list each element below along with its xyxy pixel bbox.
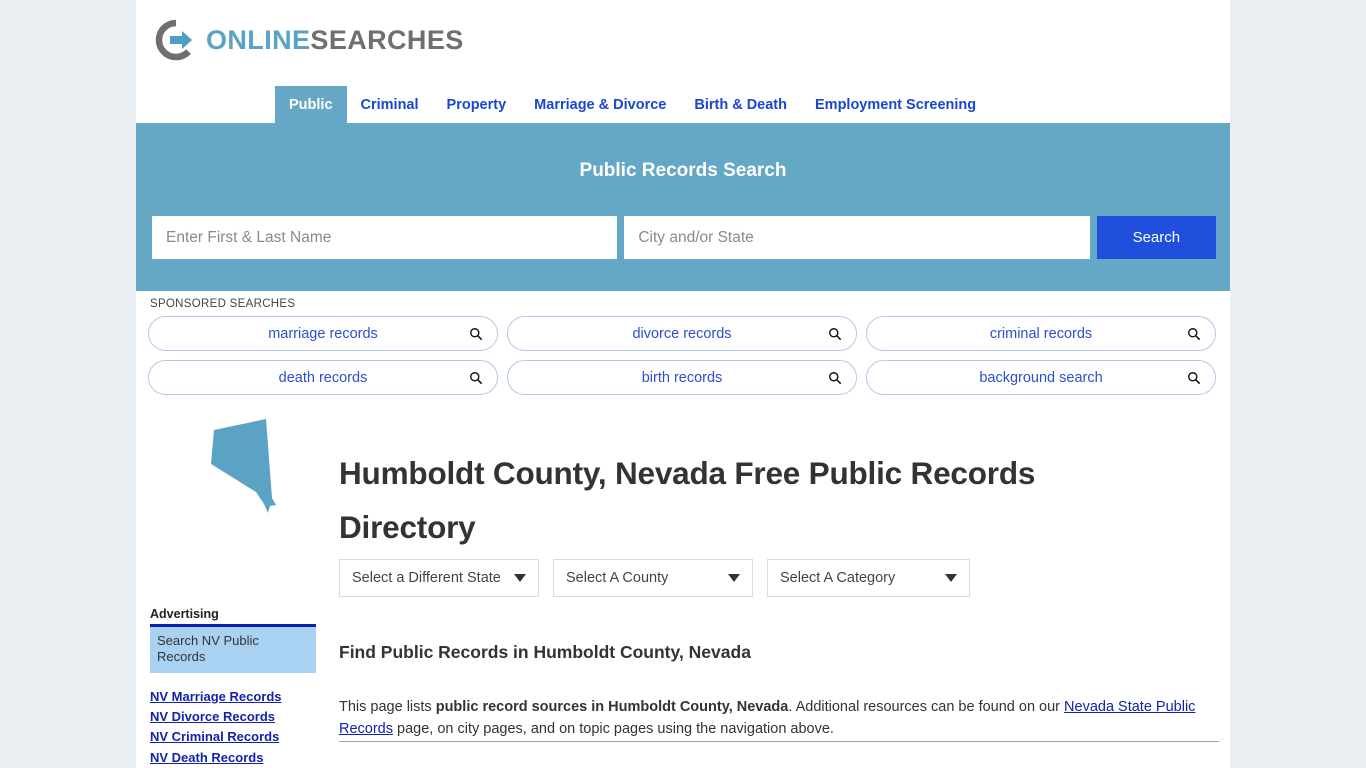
name-search-input[interactable] [152, 216, 618, 259]
search-form: Search [152, 216, 1216, 259]
filter-select-row: Select a Different State Select A County… [339, 559, 970, 597]
search-icon [469, 327, 483, 341]
intro-paragraph: This page lists public record sources in… [339, 696, 1197, 741]
sidebar-link-nv-divorce-records[interactable]: NV Divorce Records [150, 707, 316, 727]
nav-tab-birth-death[interactable]: Birth & Death [680, 86, 801, 123]
search-icon [1187, 371, 1201, 385]
content-container: ONLINESEARCHES Public Criminal Property … [136, 0, 1230, 768]
search-icon [828, 371, 842, 385]
circle-arrow-logo-icon [154, 18, 198, 62]
pill-label: marriage records [268, 325, 378, 342]
advertising-heading: Advertising [150, 607, 316, 627]
sponsored-pill-birth-records[interactable]: birth records [507, 360, 857, 395]
page-title: Humboldt County, Nevada Free Public Reco… [339, 455, 1036, 546]
sidebar-link-nv-marriage-records[interactable]: NV Marriage Records [150, 687, 316, 707]
main-navigation: Public Criminal Property Marriage & Divo… [136, 86, 1230, 126]
pill-label: criminal records [989, 325, 1093, 342]
nav-tab-property[interactable]: Property [433, 86, 521, 123]
sponsored-pill-death-records[interactable]: death records [148, 360, 498, 395]
para-bold: public record sources in Humboldt County… [435, 698, 789, 715]
pill-label: birth records [641, 369, 723, 386]
section-divider [339, 741, 1219, 742]
logo-wordmark: ONLINESEARCHES [206, 25, 464, 56]
search-icon [469, 371, 483, 385]
nav-tab-public[interactable]: Public [275, 86, 347, 123]
sidebar-link-list: NV Marriage Records NV Divorce Records N… [150, 687, 316, 768]
sponsored-searches-label: SPONSORED SEARCHES [150, 298, 296, 310]
public-records-search-band: Public Records Search Search [136, 126, 1230, 291]
pill-label: divorce records [632, 325, 732, 342]
sidebar-link-nv-death-records[interactable]: NV Death Records [150, 748, 316, 768]
nav-tab-criminal[interactable]: Criminal [347, 86, 433, 123]
search-icon [828, 327, 842, 341]
search-submit-button[interactable]: Search [1096, 216, 1216, 259]
state-select[interactable]: Select a Different State [339, 559, 539, 597]
para-lead: This page lists [339, 698, 436, 715]
logo-word-online: ONLINE [206, 24, 311, 55]
search-icon [1187, 327, 1201, 341]
sidebar-link-nv-criminal-records[interactable]: NV Criminal Records [150, 727, 316, 747]
chevron-down-icon [728, 574, 740, 582]
page-root: ONLINESEARCHES Public Criminal Property … [0, 0, 1366, 768]
site-logo[interactable]: ONLINESEARCHES [154, 16, 464, 64]
sponsored-pill-divorce-records[interactable]: divorce records [507, 316, 857, 351]
ad-search-nv-public-records[interactable]: Search NV Public Records [150, 627, 316, 673]
category-select[interactable]: Select A Category [767, 559, 970, 597]
para-mid: . Additional resources can be found on o… [788, 698, 1065, 715]
chevron-down-icon [514, 574, 526, 582]
location-search-input[interactable] [624, 216, 1090, 259]
sponsored-pill-grid: marriage records divorce records crimina… [148, 316, 1218, 395]
sponsored-pill-criminal-records[interactable]: criminal records [866, 316, 1216, 351]
sponsored-pill-background-search[interactable]: background search [866, 360, 1216, 395]
search-band-title: Public Records Search [579, 160, 787, 181]
pill-label: background search [979, 369, 1103, 386]
nav-tab-employment-screening[interactable]: Employment Screening [801, 86, 990, 123]
county-select[interactable]: Select A County [553, 559, 753, 597]
find-records-heading: Find Public Records in Humboldt County, … [339, 641, 751, 662]
pill-label: death records [278, 369, 368, 386]
county-select-label: Select A County [566, 570, 669, 586]
advertising-sidebar: Advertising Search NV Public Records NV … [150, 607, 316, 768]
para-tail: page, on city pages, and on topic pages … [393, 721, 834, 738]
state-select-label: Select a Different State [352, 570, 501, 586]
sponsored-pill-marriage-records[interactable]: marriage records [148, 316, 498, 351]
nevada-state-map-icon [208, 412, 303, 522]
logo-word-searches: SEARCHES [310, 24, 464, 55]
nav-tab-marriage-divorce[interactable]: Marriage & Divorce [520, 86, 680, 123]
chevron-down-icon [945, 574, 957, 582]
category-select-label: Select A Category [780, 570, 896, 586]
